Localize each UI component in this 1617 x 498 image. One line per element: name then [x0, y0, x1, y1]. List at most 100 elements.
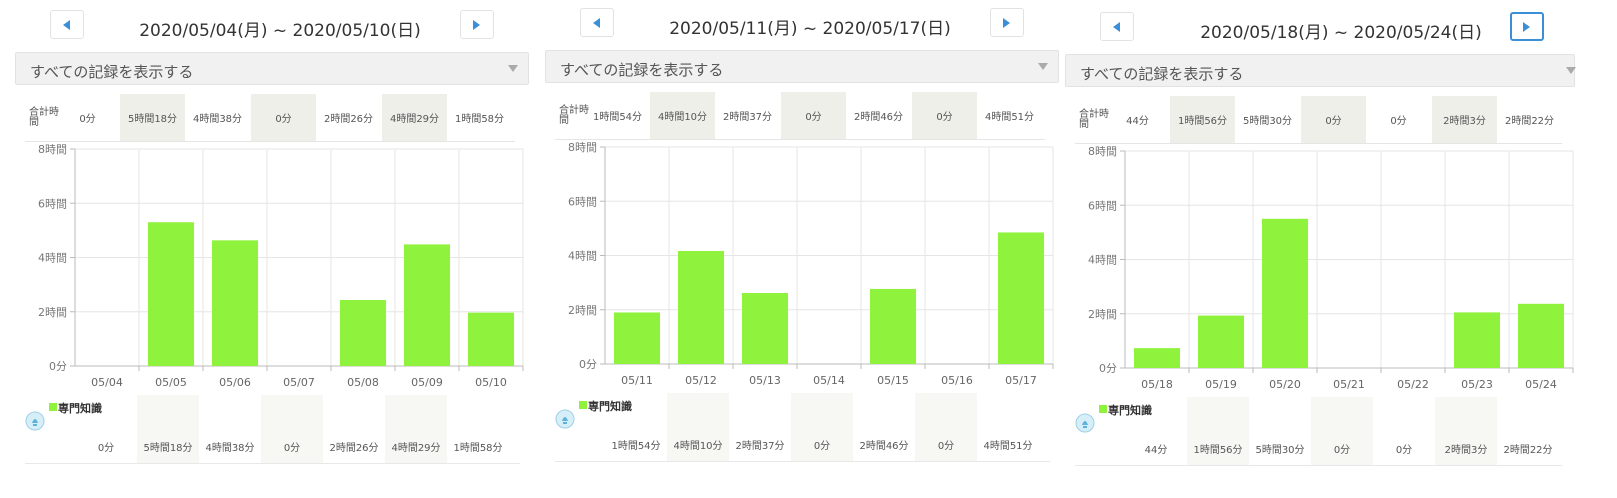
y-tick-label: 2時間 [568, 304, 597, 317]
y-tick-label: 8時間 [1088, 145, 1117, 158]
next-week-button[interactable] [990, 8, 1024, 37]
caret-left-icon [593, 17, 600, 28]
daily-totals-row: 合計時間 1時間54分 4時間10分 2時間37分 0分 2時間46分 0分 4… [555, 92, 1045, 140]
series-legend-row: 専門知識 0分 5時間18分 4時間38分 0分 2時間26分 4時間29分 1… [25, 395, 520, 464]
prev-week-button[interactable] [1100, 12, 1134, 41]
series-color-swatch [1099, 405, 1107, 413]
total-cell: 44分 [1126, 116, 1149, 127]
legend-value-cell: 5時間18分 [137, 395, 199, 463]
total-cell: 1時間54分 [592, 112, 643, 123]
legend-value-cell: 4時間29分 [385, 395, 447, 463]
total-cell: 2時間46分 [853, 112, 904, 123]
dropdown-arrow-icon [1038, 63, 1048, 70]
legend-value-cell: 2時間46分 [859, 441, 909, 452]
caret-left-icon [1113, 21, 1120, 32]
x-tick-label: 05/08 [347, 376, 379, 389]
record-filter-select[interactable]: すべての記録を表示する [15, 52, 529, 85]
legend-value-cell: 2時間37分 [735, 441, 785, 452]
bar [467, 312, 515, 366]
total-cell: 5時間30分 [1242, 116, 1293, 127]
prev-week-button[interactable] [50, 10, 84, 39]
legend-value-cell: 44分 [1144, 445, 1168, 456]
y-tick-label: 6時間 [568, 195, 597, 208]
y-tick-label: 8時間 [38, 143, 67, 156]
week-panel-1: 2020/05/04(月) ~ 2020/05/10(日) すべての記録を表示す… [15, 0, 545, 498]
legend-value-cell: 4時間51分 [983, 441, 1033, 452]
total-cell: 0分 [251, 94, 316, 141]
next-week-button[interactable] [1510, 12, 1544, 41]
caret-left-icon [63, 19, 70, 30]
daily-totals-row: 合計時間 0分 5時間18分 4時間38分 0分 2時間26分 4時間29分 1… [25, 94, 515, 142]
weekly-bar-chart: 0分 2時間 4時間 6時間 8時間 05/04 05/05 05/06 05/07 05/08 0… [38, 143, 524, 389]
y-tick-label: 4時間 [568, 250, 597, 263]
legend-value-cell: 1時間58分 [453, 443, 503, 454]
legend-value-cell: 2時間26分 [329, 443, 379, 454]
record-filter-label: すべての記録を表示する [1080, 65, 1244, 83]
total-cell: 1時間56分 [1170, 96, 1235, 143]
record-filter-select[interactable]: すべての記録を表示する [1065, 54, 1576, 87]
series-color-swatch [579, 401, 587, 409]
record-filter-select[interactable]: すべての記録を表示する [545, 50, 1059, 83]
total-cell: 4時間38分 [192, 114, 243, 125]
total-cell: 0分 [781, 92, 846, 139]
bar [403, 244, 451, 366]
x-tick-label: 05/16 [941, 374, 973, 387]
x-tick-label: 05/14 [813, 374, 845, 387]
total-cell: 2時間3分 [1432, 96, 1497, 143]
bar [613, 312, 661, 364]
dropdown-arrow-icon [508, 65, 518, 72]
total-cell: 0分 [912, 92, 977, 139]
bar [339, 300, 387, 366]
x-tick-label: 05/04 [91, 376, 123, 389]
bar [677, 250, 725, 364]
y-tick-label: 6時間 [1088, 199, 1117, 212]
y-tick-label: 2時間 [1088, 308, 1117, 321]
caret-right-icon [1003, 17, 1010, 28]
y-tick-label: 6時間 [38, 197, 67, 210]
total-cell: 4時間51分 [984, 112, 1035, 123]
week-panel-2: 2020/05/11(月) ~ 2020/05/17(日) すべての記録を表示す… [545, 0, 1075, 498]
week-date-range: 2020/05/18(月) ~ 2020/05/24(日) [1200, 23, 1482, 43]
x-tick-label: 05/05 [155, 376, 187, 389]
bar [1133, 348, 1181, 368]
caret-right-icon [473, 19, 480, 30]
series-color-swatch [49, 403, 57, 411]
legend-value-cell: 1時間56分 [1187, 397, 1249, 465]
bar [1261, 218, 1309, 368]
legend-value-cell: 5時間30分 [1255, 445, 1305, 456]
legend-value-cell: 1時間54分 [611, 441, 661, 452]
x-tick-label: 05/13 [749, 374, 781, 387]
total-cell: 4時間10分 [650, 92, 715, 139]
total-cell: 0分 [1301, 96, 1366, 143]
prev-week-button[interactable] [580, 8, 614, 37]
bar [1197, 315, 1245, 368]
x-tick-label: 05/09 [411, 376, 443, 389]
knowledge-bulb-icon [1075, 413, 1095, 433]
weekly-bar-chart: 0分 2時間 4時間 6時間 8時間 05/18 05/19 05/20 05/21 05/22 0… [1088, 145, 1574, 391]
x-tick-label: 05/17 [1005, 374, 1037, 387]
total-cell: 5時間18分 [120, 94, 185, 141]
knowledge-bulb-icon [25, 411, 45, 431]
week-date-range: 2020/05/11(月) ~ 2020/05/17(日) [669, 19, 951, 39]
y-tick-label: 2時間 [38, 306, 67, 319]
x-tick-label: 05/10 [475, 376, 507, 389]
record-filter-label: すべての記録を表示する [560, 61, 724, 79]
total-cell: 0分 [79, 114, 96, 125]
bar [147, 222, 195, 366]
y-tick-label: 0分 [579, 358, 597, 371]
x-tick-label: 05/19 [1205, 378, 1237, 391]
daily-totals-row: 合計時間 44分 1時間56分 5時間30分 0分 0分 2時間3分 2時間22… [1075, 96, 1562, 144]
total-cell: 0分 [1390, 116, 1407, 127]
x-tick-label: 05/06 [219, 376, 251, 389]
legend-value-cell: 0分 [791, 393, 853, 461]
x-tick-label: 05/22 [1397, 378, 1429, 391]
y-tick-label: 8時間 [568, 141, 597, 154]
legend-value-cell: 4時間10分 [667, 393, 729, 461]
bar [211, 240, 259, 366]
legend-value-cell: 0分 [1311, 397, 1373, 465]
dropdown-arrow-icon [1566, 67, 1576, 74]
legend-value-cell: 0分 [1395, 445, 1413, 456]
next-week-button[interactable] [460, 10, 494, 39]
x-tick-label: 05/20 [1269, 378, 1301, 391]
legend-value-cell: 2時間22分 [1503, 445, 1553, 456]
